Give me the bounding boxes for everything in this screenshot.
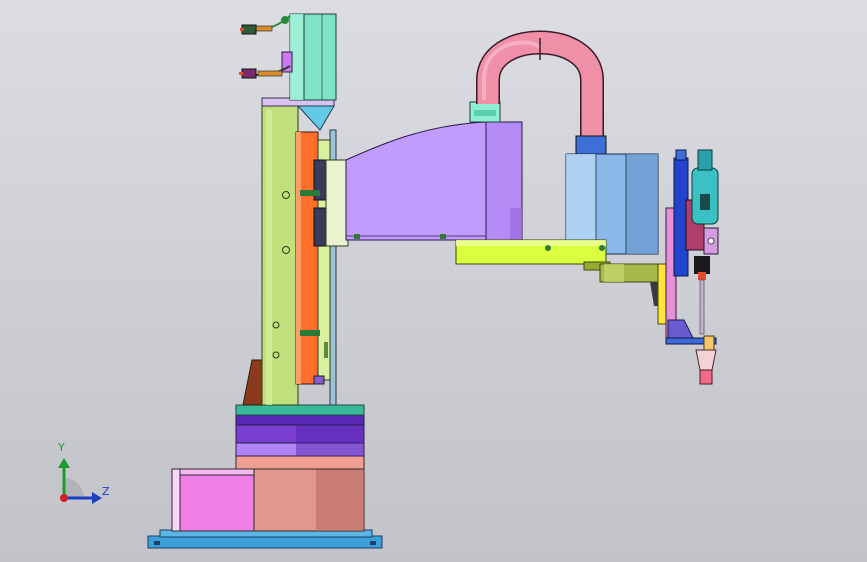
triad-plane: [64, 478, 84, 498]
carriage[interactable]: [295, 131, 331, 385]
lower-motor[interactable]: [565, 135, 659, 255]
motor[interactable]: [281, 13, 337, 101]
side-box[interactable]: [171, 468, 255, 532]
cad-viewport[interactable]: Y Z: [0, 0, 867, 562]
base-plate[interactable]: [147, 529, 383, 549]
z-axis-label: Z: [102, 485, 110, 498]
y-axis-arrow: [58, 458, 70, 468]
upper-arm[interactable]: [325, 101, 523, 247]
y-axis-label: Y: [58, 441, 65, 454]
robot-model[interactable]: [0, 0, 867, 562]
cylinder-base[interactable]: [235, 404, 365, 532]
origin-point: [60, 494, 68, 502]
z-axis-arrow: [92, 492, 102, 504]
tool-head[interactable]: [665, 149, 719, 345]
